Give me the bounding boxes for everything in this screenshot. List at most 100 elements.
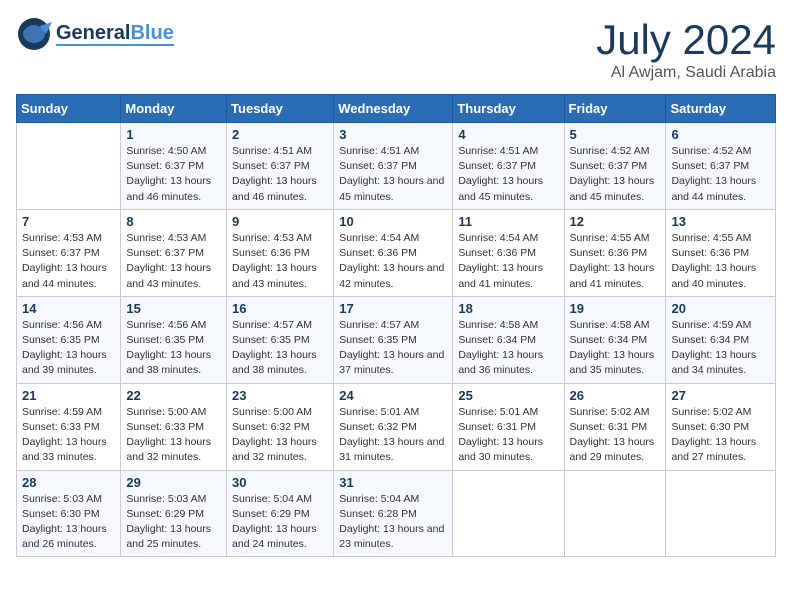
cell-info: Sunrise: 4:54 AMSunset: 6:36 PMDaylight:… bbox=[458, 231, 558, 292]
calendar-cell: 4 Sunrise: 4:51 AMSunset: 6:37 PMDayligh… bbox=[453, 123, 564, 210]
week-row-4: 21 Sunrise: 4:59 AMSunset: 6:33 PMDaylig… bbox=[17, 383, 776, 470]
calendar-cell: 3 Sunrise: 4:51 AMSunset: 6:37 PMDayligh… bbox=[334, 123, 453, 210]
day-number: 26 bbox=[570, 388, 661, 403]
cell-info: Sunrise: 4:53 AMSunset: 6:37 PMDaylight:… bbox=[126, 231, 221, 292]
day-number: 14 bbox=[22, 301, 115, 316]
day-number: 5 bbox=[570, 127, 661, 142]
calendar-cell: 24 Sunrise: 5:01 AMSunset: 6:32 PMDaylig… bbox=[334, 383, 453, 470]
week-row-3: 14 Sunrise: 4:56 AMSunset: 6:35 PMDaylig… bbox=[17, 296, 776, 383]
day-number: 19 bbox=[570, 301, 661, 316]
calendar-cell: 19 Sunrise: 4:58 AMSunset: 6:34 PMDaylig… bbox=[564, 296, 666, 383]
calendar-cell: 31 Sunrise: 5:04 AMSunset: 6:28 PMDaylig… bbox=[334, 470, 453, 557]
cell-info: Sunrise: 5:00 AMSunset: 6:33 PMDaylight:… bbox=[126, 405, 221, 466]
cell-info: Sunrise: 4:55 AMSunset: 6:36 PMDaylight:… bbox=[671, 231, 770, 292]
cell-info: Sunrise: 4:56 AMSunset: 6:35 PMDaylight:… bbox=[126, 318, 221, 379]
day-number: 16 bbox=[232, 301, 328, 316]
cell-info: Sunrise: 4:56 AMSunset: 6:35 PMDaylight:… bbox=[22, 318, 115, 379]
calendar-cell: 22 Sunrise: 5:00 AMSunset: 6:33 PMDaylig… bbox=[121, 383, 227, 470]
day-number: 8 bbox=[126, 214, 221, 229]
day-number: 15 bbox=[126, 301, 221, 316]
page-header: GeneralBlue July 2024 Al Awjam, Saudi Ar… bbox=[16, 16, 776, 82]
day-number: 21 bbox=[22, 388, 115, 403]
cell-info: Sunrise: 4:51 AMSunset: 6:37 PMDaylight:… bbox=[458, 144, 558, 205]
day-number: 10 bbox=[339, 214, 447, 229]
cell-info: Sunrise: 5:04 AMSunset: 6:28 PMDaylight:… bbox=[339, 492, 447, 553]
col-header-sunday: Sunday bbox=[17, 95, 121, 123]
day-number: 27 bbox=[671, 388, 770, 403]
day-number: 31 bbox=[339, 475, 447, 490]
day-number: 24 bbox=[339, 388, 447, 403]
cell-info: Sunrise: 5:04 AMSunset: 6:29 PMDaylight:… bbox=[232, 492, 328, 553]
day-number: 30 bbox=[232, 475, 328, 490]
day-number: 6 bbox=[671, 127, 770, 142]
day-number: 1 bbox=[126, 127, 221, 142]
cell-info: Sunrise: 4:57 AMSunset: 6:35 PMDaylight:… bbox=[232, 318, 328, 379]
calendar-cell: 13 Sunrise: 4:55 AMSunset: 6:36 PMDaylig… bbox=[666, 209, 776, 296]
calendar-cell: 18 Sunrise: 4:58 AMSunset: 6:34 PMDaylig… bbox=[453, 296, 564, 383]
cell-info: Sunrise: 5:03 AMSunset: 6:30 PMDaylight:… bbox=[22, 492, 115, 553]
calendar-cell: 20 Sunrise: 4:59 AMSunset: 6:34 PMDaylig… bbox=[666, 296, 776, 383]
day-number: 13 bbox=[671, 214, 770, 229]
col-header-tuesday: Tuesday bbox=[227, 95, 334, 123]
calendar-cell: 26 Sunrise: 5:02 AMSunset: 6:31 PMDaylig… bbox=[564, 383, 666, 470]
day-number: 2 bbox=[232, 127, 328, 142]
logo: GeneralBlue bbox=[16, 16, 174, 52]
col-header-saturday: Saturday bbox=[666, 95, 776, 123]
cell-info: Sunrise: 4:50 AMSunset: 6:37 PMDaylight:… bbox=[126, 144, 221, 205]
day-number: 22 bbox=[126, 388, 221, 403]
cell-info: Sunrise: 5:01 AMSunset: 6:32 PMDaylight:… bbox=[339, 405, 447, 466]
calendar-cell: 29 Sunrise: 5:03 AMSunset: 6:29 PMDaylig… bbox=[121, 470, 227, 557]
day-number: 20 bbox=[671, 301, 770, 316]
week-row-5: 28 Sunrise: 5:03 AMSunset: 6:30 PMDaylig… bbox=[17, 470, 776, 557]
cell-info: Sunrise: 4:51 AMSunset: 6:37 PMDaylight:… bbox=[339, 144, 447, 205]
cell-info: Sunrise: 4:52 AMSunset: 6:37 PMDaylight:… bbox=[671, 144, 770, 205]
day-number: 28 bbox=[22, 475, 115, 490]
calendar-cell: 2 Sunrise: 4:51 AMSunset: 6:37 PMDayligh… bbox=[227, 123, 334, 210]
cell-info: Sunrise: 4:59 AMSunset: 6:34 PMDaylight:… bbox=[671, 318, 770, 379]
week-row-1: 1 Sunrise: 4:50 AMSunset: 6:37 PMDayligh… bbox=[17, 123, 776, 210]
day-number: 17 bbox=[339, 301, 447, 316]
calendar-cell: 6 Sunrise: 4:52 AMSunset: 6:37 PMDayligh… bbox=[666, 123, 776, 210]
cell-info: Sunrise: 5:01 AMSunset: 6:31 PMDaylight:… bbox=[458, 405, 558, 466]
cell-info: Sunrise: 4:58 AMSunset: 6:34 PMDaylight:… bbox=[458, 318, 558, 379]
calendar-cell: 30 Sunrise: 5:04 AMSunset: 6:29 PMDaylig… bbox=[227, 470, 334, 557]
calendar-table: SundayMondayTuesdayWednesdayThursdayFrid… bbox=[16, 94, 776, 557]
day-number: 3 bbox=[339, 127, 447, 142]
cell-info: Sunrise: 5:03 AMSunset: 6:29 PMDaylight:… bbox=[126, 492, 221, 553]
calendar-cell bbox=[453, 470, 564, 557]
cell-info: Sunrise: 4:59 AMSunset: 6:33 PMDaylight:… bbox=[22, 405, 115, 466]
cell-info: Sunrise: 5:00 AMSunset: 6:32 PMDaylight:… bbox=[232, 405, 328, 466]
calendar-cell: 5 Sunrise: 4:52 AMSunset: 6:37 PMDayligh… bbox=[564, 123, 666, 210]
calendar-cell: 25 Sunrise: 5:01 AMSunset: 6:31 PMDaylig… bbox=[453, 383, 564, 470]
cell-info: Sunrise: 4:54 AMSunset: 6:36 PMDaylight:… bbox=[339, 231, 447, 292]
calendar-cell bbox=[666, 470, 776, 557]
calendar-cell: 21 Sunrise: 4:59 AMSunset: 6:33 PMDaylig… bbox=[17, 383, 121, 470]
day-number: 29 bbox=[126, 475, 221, 490]
month-title: July 2024 bbox=[596, 16, 776, 64]
day-number: 23 bbox=[232, 388, 328, 403]
location: Al Awjam, Saudi Arabia bbox=[596, 64, 776, 82]
cell-info: Sunrise: 5:02 AMSunset: 6:31 PMDaylight:… bbox=[570, 405, 661, 466]
week-row-2: 7 Sunrise: 4:53 AMSunset: 6:37 PMDayligh… bbox=[17, 209, 776, 296]
calendar-cell: 23 Sunrise: 5:00 AMSunset: 6:32 PMDaylig… bbox=[227, 383, 334, 470]
cell-info: Sunrise: 4:55 AMSunset: 6:36 PMDaylight:… bbox=[570, 231, 661, 292]
day-number: 25 bbox=[458, 388, 558, 403]
logo-text: GeneralBlue bbox=[56, 22, 174, 44]
calendar-cell: 27 Sunrise: 5:02 AMSunset: 6:30 PMDaylig… bbox=[666, 383, 776, 470]
col-header-monday: Monday bbox=[121, 95, 227, 123]
calendar-cell: 1 Sunrise: 4:50 AMSunset: 6:37 PMDayligh… bbox=[121, 123, 227, 210]
cell-info: Sunrise: 4:57 AMSunset: 6:35 PMDaylight:… bbox=[339, 318, 447, 379]
day-number: 18 bbox=[458, 301, 558, 316]
calendar-cell: 8 Sunrise: 4:53 AMSunset: 6:37 PMDayligh… bbox=[121, 209, 227, 296]
day-number: 9 bbox=[232, 214, 328, 229]
calendar-cell: 16 Sunrise: 4:57 AMSunset: 6:35 PMDaylig… bbox=[227, 296, 334, 383]
calendar-cell bbox=[564, 470, 666, 557]
cell-info: Sunrise: 4:58 AMSunset: 6:34 PMDaylight:… bbox=[570, 318, 661, 379]
day-number: 4 bbox=[458, 127, 558, 142]
calendar-cell: 9 Sunrise: 4:53 AMSunset: 6:36 PMDayligh… bbox=[227, 209, 334, 296]
cell-info: Sunrise: 4:52 AMSunset: 6:37 PMDaylight:… bbox=[570, 144, 661, 205]
day-number: 7 bbox=[22, 214, 115, 229]
day-number: 12 bbox=[570, 214, 661, 229]
calendar-cell: 28 Sunrise: 5:03 AMSunset: 6:30 PMDaylig… bbox=[17, 470, 121, 557]
col-header-friday: Friday bbox=[564, 95, 666, 123]
